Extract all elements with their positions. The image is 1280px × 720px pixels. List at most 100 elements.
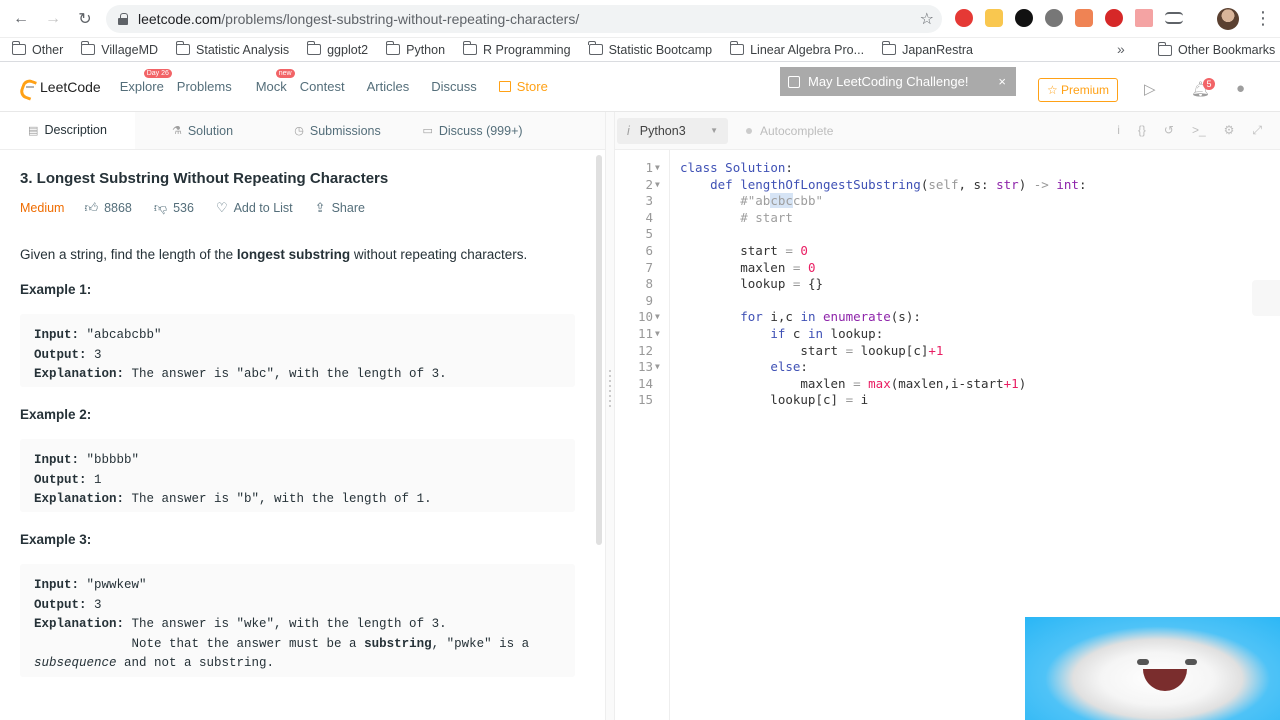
fold-icon[interactable]: ▼ <box>655 160 660 177</box>
fold-icon[interactable]: ▼ <box>655 359 660 376</box>
tab-discuss[interactable]: ▭ Discuss (999+) <box>405 112 540 149</box>
bookmark-label: R Programming <box>483 42 571 57</box>
like-button[interactable]: 👍︎ 8868 <box>84 200 131 216</box>
fullscreen-icon[interactable]: ⤢ <box>1252 123 1262 138</box>
example-3-box: Input: "pwwkew" Output: 3 Explanation: T… <box>20 564 575 677</box>
example-output: 1 <box>86 472 102 487</box>
extension-arrow-icon[interactable] <box>1135 9 1153 27</box>
close-icon[interactable]: × <box>998 74 1006 89</box>
language-value: Python3 <box>639 123 686 138</box>
nav-contest[interactable]: Contest <box>300 79 345 94</box>
menu-dots-icon[interactable]: ⋮ <box>1254 8 1272 29</box>
flask-icon: ⚗ <box>171 125 182 137</box>
bookmarks-overflow-icon[interactable]: » <box>1117 41 1125 57</box>
dislike-count: 536 <box>173 201 194 215</box>
example-output: 3 <box>86 347 102 362</box>
folder-icon <box>881 41 897 55</box>
bookmark-japanrestra[interactable]: JapanRestra <box>881 41 973 57</box>
statement-text: without repeating characters. <box>350 247 528 262</box>
bookmark-label: ggplot2 <box>327 42 369 57</box>
profile-avatar[interactable] <box>1217 8 1239 30</box>
share-button[interactable]: ⇪ Share <box>315 200 365 216</box>
comment-icon: ▭ <box>422 125 433 137</box>
problem-statement: Given a string, find the length of the l… <box>20 247 527 262</box>
reload-icon[interactable]: ↻ <box>74 8 96 30</box>
terminal-icon[interactable]: >_ <box>1192 123 1206 138</box>
nav-discuss[interactable]: Discuss <box>431 79 477 94</box>
output-label: Output: <box>34 597 87 612</box>
nav-store-label: Store <box>516 79 548 94</box>
browser-toolbar: ← → ↻ leetcode.com/problems/longest-subs… <box>0 0 1280 38</box>
fold-icon[interactable]: ▼ <box>655 309 660 326</box>
note-bold: substring <box>364 636 432 651</box>
nav-explore[interactable]: Explore Day 26 <box>120 69 172 94</box>
other-bookmarks[interactable]: Other Bookmarks <box>1157 38 1275 62</box>
bookmark-other[interactable]: Other <box>11 41 63 57</box>
chevron-down-icon: ▼ <box>710 126 718 135</box>
user-icon[interactable]: ● <box>1236 80 1256 98</box>
calendar-icon <box>788 75 800 88</box>
add-to-list-button[interactable]: ♡ Add to List <box>216 200 293 216</box>
braces-icon[interactable]: {} <box>1138 123 1146 138</box>
address-bar[interactable]: leetcode.com/problems/longest-substring-… <box>106 5 942 33</box>
tab-description[interactable]: ▤ Description <box>0 112 135 149</box>
playground-icon[interactable]: ▷ <box>1144 80 1164 98</box>
settings-icon[interactable]: ⚙ <box>1224 123 1235 138</box>
tab-solution[interactable]: ⚗ Solution <box>135 112 270 149</box>
fold-icon[interactable]: ▼ <box>655 326 660 343</box>
fold-icon[interactable]: ▼ <box>655 177 660 194</box>
nav-store[interactable]: Store <box>498 79 548 94</box>
splitter-handle[interactable] <box>609 370 611 410</box>
extension-yellow-icon[interactable] <box>985 9 1003 27</box>
bookmark-villagemd[interactable]: VillageMD <box>80 41 158 57</box>
nav-mock[interactable]: Mock new <box>256 69 295 94</box>
nav-problems[interactable]: Problems <box>177 79 232 94</box>
challenge-banner[interactable]: May LeetCoding Challenge! × <box>780 67 1016 96</box>
extension-black-icon[interactable] <box>1015 9 1033 27</box>
bookmark-statistic-bootcamp[interactable]: Statistic Bootcamp <box>588 41 712 57</box>
code-line: if c in lookup: <box>770 326 884 341</box>
bookmark-star-icon[interactable]: ☆ <box>920 9 934 29</box>
nav-articles[interactable]: Articles <box>367 79 410 94</box>
folder-icon <box>385 41 401 55</box>
description-scrollbar[interactable] <box>596 155 602 545</box>
forward-icon[interactable]: → <box>42 8 64 30</box>
example-explanation: The answer is "abc", with the length of … <box>124 367 447 381</box>
input-label: Input: <box>34 578 80 592</box>
problem-title: 3. Longest Substring Without Repeating C… <box>20 170 389 187</box>
extension-red-icon[interactable] <box>955 9 973 27</box>
webcam-eye <box>1137 659 1149 665</box>
media-queue-icon[interactable] <box>1165 12 1183 24</box>
statement-text: Given a string, find the length of the <box>20 247 237 262</box>
dislike-button[interactable]: 👎︎ 536 <box>154 200 194 216</box>
tab-submissions[interactable]: ◷ Submissions <box>270 112 405 149</box>
tab-label: Discuss (999+) <box>438 123 523 138</box>
code-line: start = 0 <box>680 243 808 258</box>
folder-icon <box>175 41 191 55</box>
extension-record-icon[interactable] <box>1105 9 1123 27</box>
leetcode-logo[interactable]: LeetCode <box>18 77 101 97</box>
extension-orange-icon[interactable] <box>1075 9 1093 27</box>
toggle-dot <box>746 127 752 134</box>
bookmark-statistic-analysis[interactable]: Statistic Analysis <box>175 41 289 57</box>
url-path: /problems/longest-substring-without-repe… <box>221 11 580 27</box>
reset-icon[interactable]: ↺ <box>1164 123 1174 138</box>
pane-splitter[interactable] <box>605 112 615 720</box>
code-line: maxlen = max(maxlen,i-start+1) <box>680 375 1027 391</box>
bookmark-r-programming[interactable]: R Programming <box>462 41 571 57</box>
extension-gray-icon[interactable] <box>1045 9 1063 27</box>
back-icon[interactable]: ← <box>10 8 32 30</box>
info-tool-icon[interactable]: i <box>1117 123 1120 138</box>
share-icon: ⇪ <box>314 200 326 215</box>
bookmark-ggplot2[interactable]: ggplot2 <box>306 41 369 57</box>
code-line: # start <box>740 209 793 225</box>
bookmark-linear-algebra[interactable]: Linear Algebra Pro... <box>729 41 864 57</box>
side-panel-tab[interactable] <box>1252 280 1280 316</box>
autocomplete-toggle[interactable]: Autocomplete <box>746 124 833 138</box>
gutter-divider <box>669 150 670 720</box>
bookmark-python[interactable]: Python <box>385 41 445 57</box>
language-select[interactable]: i Python3 ▼ <box>617 117 728 144</box>
line-number: 10 <box>637 309 653 325</box>
premium-button[interactable]: ☆ Premium <box>1038 78 1118 102</box>
example-explanation: The answer is "b", with the length of 1. <box>124 492 432 506</box>
